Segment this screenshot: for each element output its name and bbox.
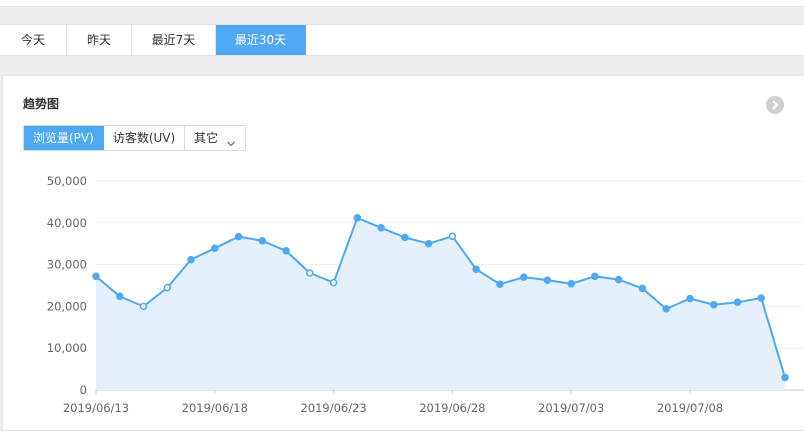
y-tick-label: 30,000 bbox=[47, 258, 87, 272]
y-tick-label: 10,000 bbox=[47, 341, 87, 355]
data-point bbox=[472, 265, 480, 273]
data-point bbox=[401, 233, 409, 242]
data-point bbox=[709, 300, 718, 309]
data-point bbox=[781, 373, 789, 382]
data-point bbox=[567, 280, 575, 288]
x-tick-label: 2019/06/28 bbox=[419, 401, 485, 415]
x-tick-label: 2019/06/13 bbox=[63, 401, 129, 415]
data-point bbox=[662, 305, 670, 313]
data-point bbox=[496, 280, 504, 288]
data-point bbox=[543, 276, 552, 284]
data-point bbox=[282, 247, 290, 255]
y-tick-label: 40,000 bbox=[47, 216, 87, 230]
data-point bbox=[757, 294, 765, 302]
series-area bbox=[96, 217, 785, 390]
data-point bbox=[519, 273, 528, 281]
data-point bbox=[139, 302, 148, 311]
y-tick-label: 50,000 bbox=[47, 174, 87, 188]
data-point bbox=[424, 239, 433, 248]
data-point bbox=[686, 294, 694, 303]
data-point bbox=[234, 232, 243, 241]
data-point bbox=[733, 298, 742, 306]
x-tick-label: 2019/07/03 bbox=[538, 401, 604, 415]
y-tick-label: 20,000 bbox=[47, 299, 87, 313]
y-tick-label: 0 bbox=[80, 383, 87, 397]
x-tick-label: 2019/06/23 bbox=[300, 401, 366, 415]
data-point bbox=[92, 272, 100, 281]
data-point bbox=[163, 283, 172, 292]
data-point bbox=[614, 275, 623, 284]
data-point bbox=[187, 255, 195, 264]
data-point bbox=[211, 244, 219, 253]
data-point bbox=[638, 284, 647, 293]
x-tick-label: 2019/06/18 bbox=[182, 401, 248, 415]
data-point bbox=[377, 224, 385, 232]
data-point bbox=[591, 272, 599, 281]
trend-chart: 0 10,000 20,000 30,000 40,000 50,000 2019/06/1… bbox=[47, 174, 804, 415]
data-point bbox=[329, 278, 338, 287]
data-point bbox=[306, 269, 314, 277]
data-point bbox=[116, 292, 124, 301]
data-point bbox=[353, 214, 362, 222]
data-point bbox=[258, 237, 267, 245]
x-tick-label: 2019/07/08 bbox=[657, 401, 723, 415]
data-point bbox=[448, 232, 457, 240]
